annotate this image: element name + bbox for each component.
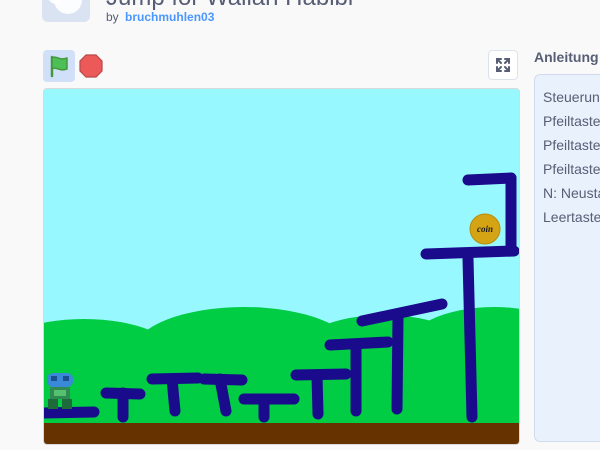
fullscreen-button[interactable]	[488, 50, 518, 80]
stop-sign-icon	[79, 54, 103, 78]
instructions-line: Pfeiltaste	[543, 137, 600, 153]
stage-canvas: coin	[44, 89, 519, 444]
coin-pickup: coin	[469, 213, 501, 245]
player-controls	[43, 50, 518, 82]
fullscreen-icon	[496, 58, 510, 72]
by-label: by	[106, 10, 119, 24]
author-link[interactable]: bruchmuhlen03	[125, 10, 214, 24]
stop-button[interactable]	[79, 54, 103, 78]
project-byline: by bruchmuhlen03	[106, 10, 214, 24]
instructions-panel: Steuerun Pfeiltaste Pfeiltaste Pfeiltast…	[534, 74, 600, 442]
game-stage[interactable]: coin	[43, 88, 520, 445]
instructions-line: Leertaste	[543, 209, 600, 225]
green-flag-button[interactable]	[43, 50, 75, 82]
ground	[44, 423, 519, 444]
coin-label: coin	[477, 224, 493, 234]
instructions-line: Pfeiltaste	[543, 161, 600, 177]
instructions-heading: Anleitung	[534, 49, 599, 65]
instructions-line: Steuerun	[543, 89, 600, 105]
instructions-line: N: Neusta	[543, 185, 600, 201]
hills	[44, 307, 519, 426]
project-header: Jump for Wallah Habibi by bruchmuhlen03	[0, 0, 600, 40]
green-flag-icon	[50, 55, 68, 78]
project-thumbnail[interactable]	[42, 0, 90, 22]
instructions-line: Pfeiltaste	[543, 113, 600, 129]
